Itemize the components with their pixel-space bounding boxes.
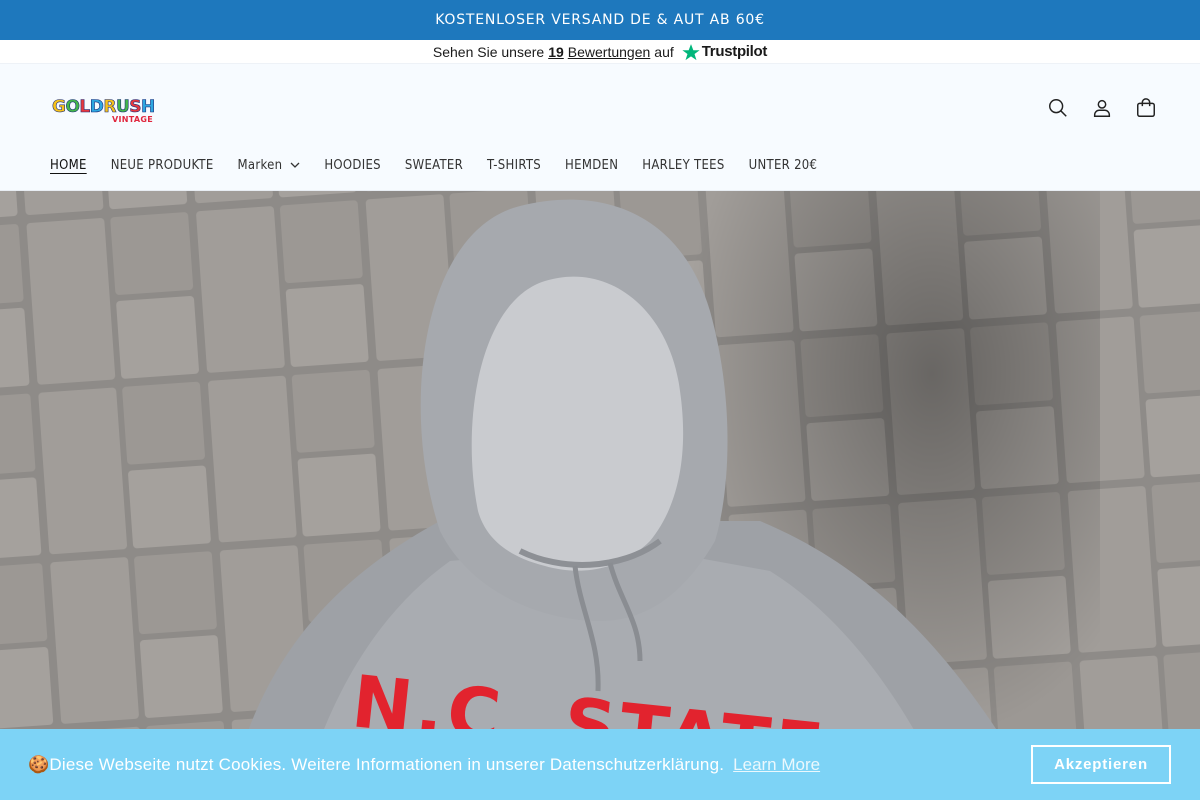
site-header: GOLDRUSH VINTAGE HOME NEUE PRODUKTE Mark…: [0, 64, 1200, 191]
logo-letter: G: [52, 97, 67, 117]
nav-item-hemden[interactable]: HEMDEN: [565, 158, 618, 173]
nav-item-marken[interactable]: Marken: [238, 158, 301, 173]
nav-item-t-shirts[interactable]: T-SHIRTS: [487, 158, 541, 173]
chevron-down-icon: [290, 162, 300, 168]
cookie-accept-button[interactable]: Akzeptieren: [1031, 745, 1171, 784]
nav-item-sweater[interactable]: SWEATER: [405, 158, 463, 173]
trustpilot-brand: Trustpilot: [701, 43, 768, 60]
logo-letter: L: [79, 97, 90, 117]
logo-letter: O: [65, 97, 80, 117]
cookie-icon: 🍪: [28, 754, 50, 774]
logo-letter: U: [115, 97, 130, 117]
logo-letter: D: [89, 97, 104, 117]
logo-letter: H: [141, 97, 156, 117]
trustpilot-prefix: Sehen Sie unsere: [432, 43, 545, 60]
cart-icon[interactable]: [1132, 94, 1160, 122]
trustpilot-bar: Sehen Sie unsere 19 Bewertungen auf Trus…: [0, 40, 1200, 64]
trustpilot-on: auf: [654, 43, 674, 60]
cookie-learn-more-link[interactable]: Learn More: [733, 755, 820, 775]
cookie-banner: 🍪Diese Webseite nutzt Cookies. Weitere I…: [0, 729, 1200, 800]
header-icons: [1044, 94, 1160, 122]
hero-banner[interactable]: N.C. STATE: [0, 191, 1200, 800]
nav-item-marken-label: Marken: [237, 158, 283, 173]
announcement-bar: KOSTENLOSER VERSAND DE & AUT AB 60€: [0, 0, 1200, 40]
main-nav: HOME NEUE PRODUKTE Marken HOODIES SWEATE…: [50, 158, 841, 173]
logo-subline: VINTAGE: [112, 115, 154, 124]
logo-letter: S: [129, 97, 142, 117]
logo-wordmark: GOLDRUSH: [52, 97, 158, 117]
nav-item-harley-tees[interactable]: HARLEY TEES: [642, 158, 724, 173]
logo-letter: R: [103, 97, 117, 117]
search-icon[interactable]: [1044, 94, 1072, 122]
trustpilot-count[interactable]: 19: [548, 44, 564, 60]
trustpilot-reviews-link[interactable]: Bewertungen: [568, 44, 651, 60]
trustpilot-star-icon: [682, 43, 700, 60]
nav-item-unter-20[interactable]: UNTER 20€: [749, 158, 818, 173]
cookie-message-text: Diese Webseite nutzt Cookies. Weitere In…: [49, 754, 725, 774]
announcement-text: KOSTENLOSER VERSAND DE & AUT AB 60€: [435, 12, 765, 28]
cookie-message: 🍪Diese Webseite nutzt Cookies. Weitere I…: [28, 755, 724, 775]
trustpilot-logo[interactable]: Trustpilot: [682, 43, 767, 61]
nav-item-hoodies[interactable]: HOODIES: [324, 158, 381, 173]
nav-item-neue-produkte[interactable]: NEUE PRODUKTE: [111, 158, 214, 173]
nav-item-home[interactable]: HOME: [50, 158, 87, 173]
hero-image: N.C. STATE: [0, 191, 1200, 800]
site-logo[interactable]: GOLDRUSH VINTAGE: [52, 98, 158, 128]
account-icon[interactable]: [1088, 94, 1116, 122]
